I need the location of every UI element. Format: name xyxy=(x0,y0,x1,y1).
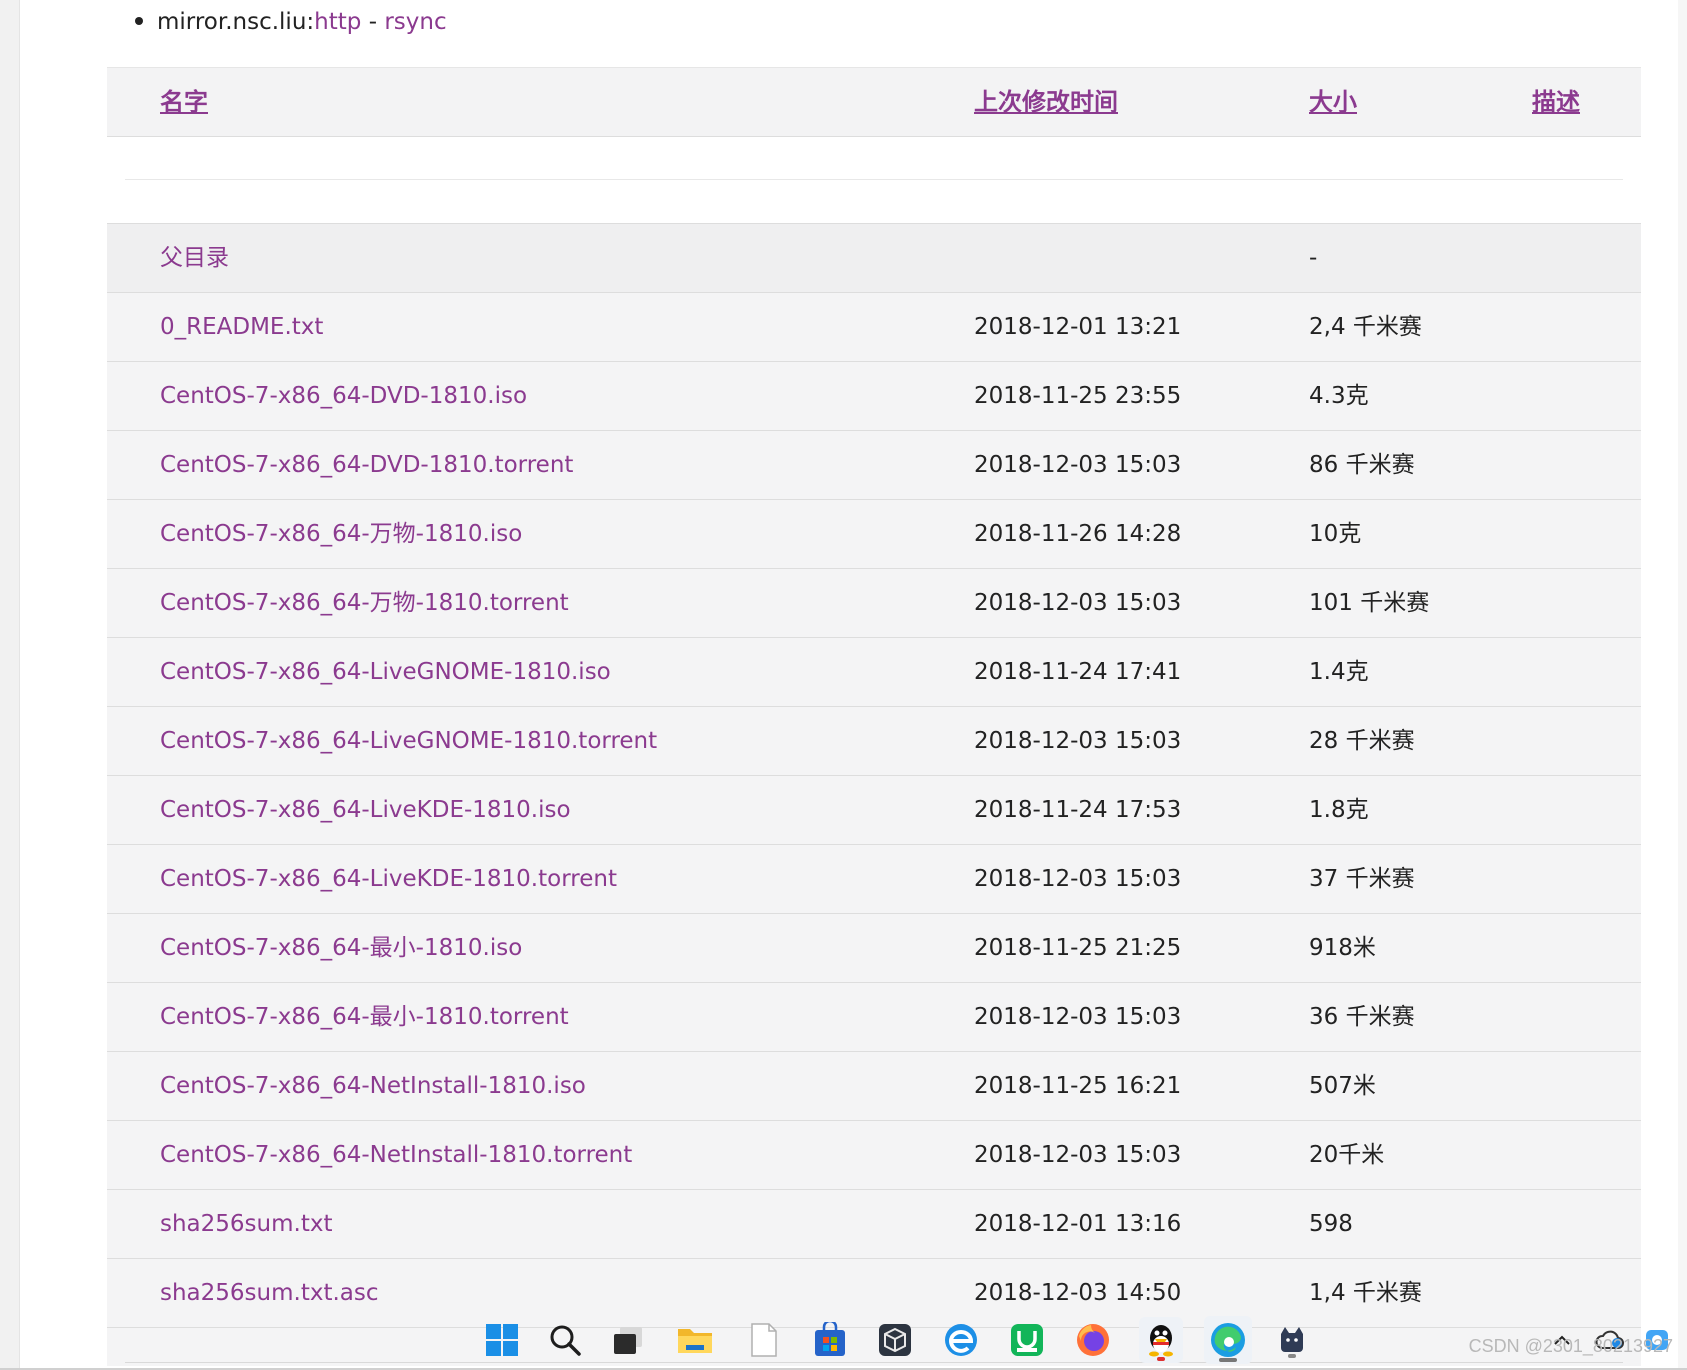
task-view-icon[interactable] xyxy=(608,1320,648,1360)
firefox-icon[interactable] xyxy=(1073,1320,1113,1360)
cat-running-indicator xyxy=(1288,1354,1296,1358)
mirror-http-link[interactable]: http xyxy=(314,9,361,35)
windows-start-icon[interactable] xyxy=(482,1320,522,1360)
file-row: CentOS-7-x86_64-万物-1810.torrent 2018-12-0… xyxy=(107,569,1641,638)
file-size: 1.8克 xyxy=(1309,797,1369,823)
file-name-link[interactable]: CentOS-7-x86_64-NetInstall-1810.iso xyxy=(160,1052,586,1120)
file-row: 0_README.txt 2018-12-01 13:21 2,4 千米赛 xyxy=(107,293,1641,362)
file-row: sha256sum.txt 2018-12-01 13:16 598 xyxy=(107,1190,1641,1259)
file-name-link[interactable]: CentOS-7-x86_64-LiveGNOME-1810.torrent xyxy=(160,707,657,775)
file-row: CentOS-7-x86_64-最小-1810.torrent 2018-12-0… xyxy=(107,983,1641,1052)
file-row: CentOS-7-x86_64-最小-1810.iso 2018-11-25 21… xyxy=(107,914,1641,983)
file-size: 20千米 xyxy=(1309,1142,1385,1168)
file-size: 28 千米赛 xyxy=(1309,728,1415,754)
file-name-link[interactable]: CentOS-7-x86_64-万物-1810.torrent xyxy=(160,569,569,637)
file-modified-time: 2018-12-01 13:21 xyxy=(974,314,1182,340)
file-modified-time: 2018-12-03 15:03 xyxy=(974,452,1182,478)
browser-left-edge xyxy=(0,0,20,1368)
file-size: 4.3克 xyxy=(1309,383,1369,409)
file-row: CentOS-7-x86_64-LiveGNOME-1810.torrent 20… xyxy=(107,707,1641,776)
header-description-sort[interactable]: 描述 xyxy=(1532,68,1580,136)
file-size: 2,4 千米赛 xyxy=(1309,314,1422,340)
edge-legacy-icon[interactable] xyxy=(941,1320,981,1360)
bullet-icon xyxy=(135,16,143,25)
mirror-rsync-link[interactable]: rsync xyxy=(384,9,446,35)
file-listing-table: 名字 上次修改时间 大小 描述 父目录 - 0_README.txt 2018-1… xyxy=(107,67,1641,1366)
file-name-link[interactable]: CentOS-7-x86_64-DVD-1810.torrent xyxy=(160,431,573,499)
file-row: CentOS-7-x86_64-LiveKDE-1810.torrent 2018… xyxy=(107,845,1641,914)
file-modified-time: 2018-11-26 14:28 xyxy=(974,521,1182,547)
file-size: 37 千米赛 xyxy=(1309,866,1415,892)
file-name-link[interactable]: sha256sum.txt xyxy=(160,1190,332,1258)
file-name-link[interactable]: 0_README.txt xyxy=(160,293,323,361)
csdn-watermark: CSDN @2301_80213927 xyxy=(1468,1336,1673,1356)
edge-icon[interactable] xyxy=(1204,1316,1252,1364)
file-explorer-icon[interactable] xyxy=(675,1320,715,1360)
file-name-link[interactable]: CentOS-7-x86_64-最小-1810.torrent xyxy=(160,983,569,1051)
mirror-list-item: mirror.nsc.liu:http - rsync xyxy=(135,6,447,38)
file-name-link[interactable]: CentOS-7-x86_64-最小-1810.iso xyxy=(160,914,522,982)
file-name-link[interactable]: CentOS-7-x86_64-万物-1810.iso xyxy=(160,500,522,568)
table-separator-row xyxy=(107,137,1641,224)
file-modified-time: 2018-11-24 17:41 xyxy=(974,659,1182,685)
file-name-link[interactable]: CentOS-7-x86_64-LiveKDE-1810.iso xyxy=(160,776,571,844)
taskbar xyxy=(0,1310,1687,1370)
page-content: mirror.nsc.liu:http - rsync 名字 上次修改时间 大小… xyxy=(20,0,1678,1366)
file-size: 36 千米赛 xyxy=(1309,1004,1415,1030)
wechat-work-icon[interactable] xyxy=(1007,1320,1047,1360)
file-name-link[interactable]: CentOS-7-x86_64-LiveKDE-1810.torrent xyxy=(160,845,617,913)
qq-running-indicator xyxy=(1157,1357,1165,1361)
file-modified-time: 2018-11-24 17:53 xyxy=(974,797,1182,823)
parent-directory-row: 父目录 - xyxy=(107,224,1641,293)
file-modified-time: 2018-12-03 15:03 xyxy=(974,590,1182,616)
file-modified-time: 2018-12-03 15:03 xyxy=(974,1004,1182,1030)
mirror-host: mirror.nsc.liu: xyxy=(157,9,315,35)
file-name-link[interactable]: CentOS-7-x86_64-NetInstall-1810.torrent xyxy=(160,1121,632,1189)
file-name-link[interactable]: CentOS-7-x86_64-DVD-1810.iso xyxy=(160,362,527,430)
file-row: CentOS-7-x86_64-DVD-1810.torrent 2018-12-… xyxy=(107,431,1641,500)
file-name-link[interactable]: CentOS-7-x86_64-LiveGNOME-1810.iso xyxy=(160,638,611,706)
file-modified-time: 2018-12-03 15:03 xyxy=(974,866,1182,892)
header-name-sort[interactable]: 名字 xyxy=(160,68,208,136)
file-size: 86 千米赛 xyxy=(1309,452,1415,478)
file-size: 1.4克 xyxy=(1309,659,1369,685)
file-size: 918米 xyxy=(1309,935,1376,961)
file-row: CentOS-7-x86_64-万物-1810.iso 2018-11-26 14… xyxy=(107,500,1641,569)
virtualbox-icon[interactable] xyxy=(875,1320,915,1360)
edge-running-indicator xyxy=(1219,1358,1237,1362)
file-modified-time: 2018-11-25 23:55 xyxy=(974,383,1182,409)
file-size: 10克 xyxy=(1309,521,1362,547)
file-row: CentOS-7-x86_64-DVD-1810.iso 2018-11-25 2… xyxy=(107,362,1641,431)
mirror-separator: - xyxy=(368,9,377,35)
parent-directory-link[interactable]: 父目录 xyxy=(160,224,229,292)
file-modified-time: 2018-11-25 16:21 xyxy=(974,1073,1182,1099)
separator-line xyxy=(125,179,1623,180)
file-row: CentOS-7-x86_64-LiveGNOME-1810.iso 2018-1… xyxy=(107,638,1641,707)
parent-size: - xyxy=(1309,245,1318,271)
file-row: CentOS-7-x86_64-NetInstall-1810.torrent 2… xyxy=(107,1121,1641,1190)
notepad-icon[interactable] xyxy=(744,1320,784,1360)
microsoft-store-icon[interactable] xyxy=(810,1320,850,1360)
file-modified-time: 2018-12-01 13:16 xyxy=(974,1211,1182,1237)
browser-right-edge xyxy=(1678,0,1687,1368)
file-size: 598 xyxy=(1309,1211,1353,1237)
header-modified-sort[interactable]: 上次修改时间 xyxy=(974,68,1118,136)
file-row: CentOS-7-x86_64-LiveKDE-1810.iso 2018-11-… xyxy=(107,776,1641,845)
file-size: 101 千米赛 xyxy=(1309,590,1430,616)
qq-icon[interactable] xyxy=(1139,1317,1183,1363)
search-icon[interactable] xyxy=(545,1320,585,1360)
table-header-row: 名字 上次修改时间 大小 描述 xyxy=(107,67,1641,137)
file-row: CentOS-7-x86_64-NetInstall-1810.iso 2018-… xyxy=(107,1052,1641,1121)
cat-app-icon[interactable] xyxy=(1272,1320,1312,1360)
file-modified-time: 2018-12-03 15:03 xyxy=(974,728,1182,754)
file-size: 507米 xyxy=(1309,1073,1376,1099)
file-modified-time: 2018-11-25 21:25 xyxy=(974,935,1182,961)
header-size-sort[interactable]: 大小 xyxy=(1309,68,1357,136)
file-modified-time: 2018-12-03 15:03 xyxy=(974,1142,1182,1168)
